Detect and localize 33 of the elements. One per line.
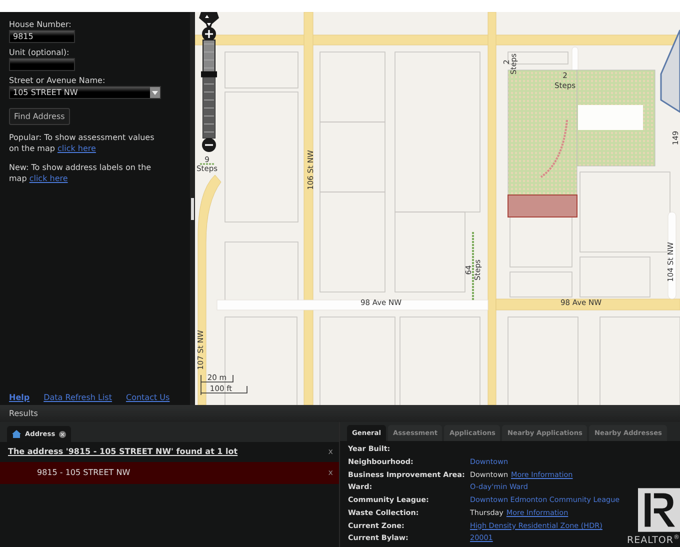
minus-icon: [205, 144, 213, 146]
splitter-handle[interactable]: [191, 198, 194, 220]
footer-link[interactable]: Help: [9, 393, 30, 402]
results-heading[interactable]: The address '9815 - 105 STREET NW' found at 1 lot: [8, 447, 238, 456]
input-field[interactable]: [9, 58, 75, 71]
footer-link[interactable]: Data Refresh List: [44, 393, 112, 402]
result-text: 9815 - 105 STREET NW: [37, 468, 130, 477]
results-title: Results: [9, 409, 38, 418]
caret-icon: [150, 87, 160, 98]
close-button[interactable]: x: [328, 447, 333, 456]
splitter-bar[interactable]: [190, 12, 195, 405]
result-item[interactable]: 9815 - 105 STREET NW x: [0, 462, 339, 484]
steps-line: [200, 163, 214, 165]
field-label: Street or Avenue Name:: [9, 76, 106, 85]
click-here-link[interactable]: click here: [29, 174, 68, 183]
street-select[interactable]: 105 STREET NW: [9, 86, 161, 99]
find-address-button[interactable]: Find Address: [9, 108, 70, 125]
info-text: Popular: To show assessment values on the map click here: [9, 132, 156, 154]
steps-line: [472, 232, 474, 300]
close-button[interactable]: x: [328, 468, 333, 477]
input-field[interactable]: 9815: [9, 30, 75, 43]
pan-arrows-icon[interactable]: [199, 12, 219, 30]
click-here-link[interactable]: click here: [58, 144, 96, 153]
home-icon: [12, 430, 21, 438]
plus-icon: [204, 29, 214, 39]
info-text: New: To show address labels on the map click here: [9, 162, 152, 184]
field-label: Unit (optional):: [9, 48, 70, 57]
zoom-slider[interactable]: [202, 40, 216, 138]
footer-link[interactable]: Contact Us: [126, 393, 170, 402]
close-icon[interactable]: [59, 430, 66, 438]
scale-bar: [200, 374, 248, 396]
field-label: House Number:: [9, 20, 72, 29]
realtor-wordmark: REALTOR$^{®}$: [627, 532, 680, 547]
